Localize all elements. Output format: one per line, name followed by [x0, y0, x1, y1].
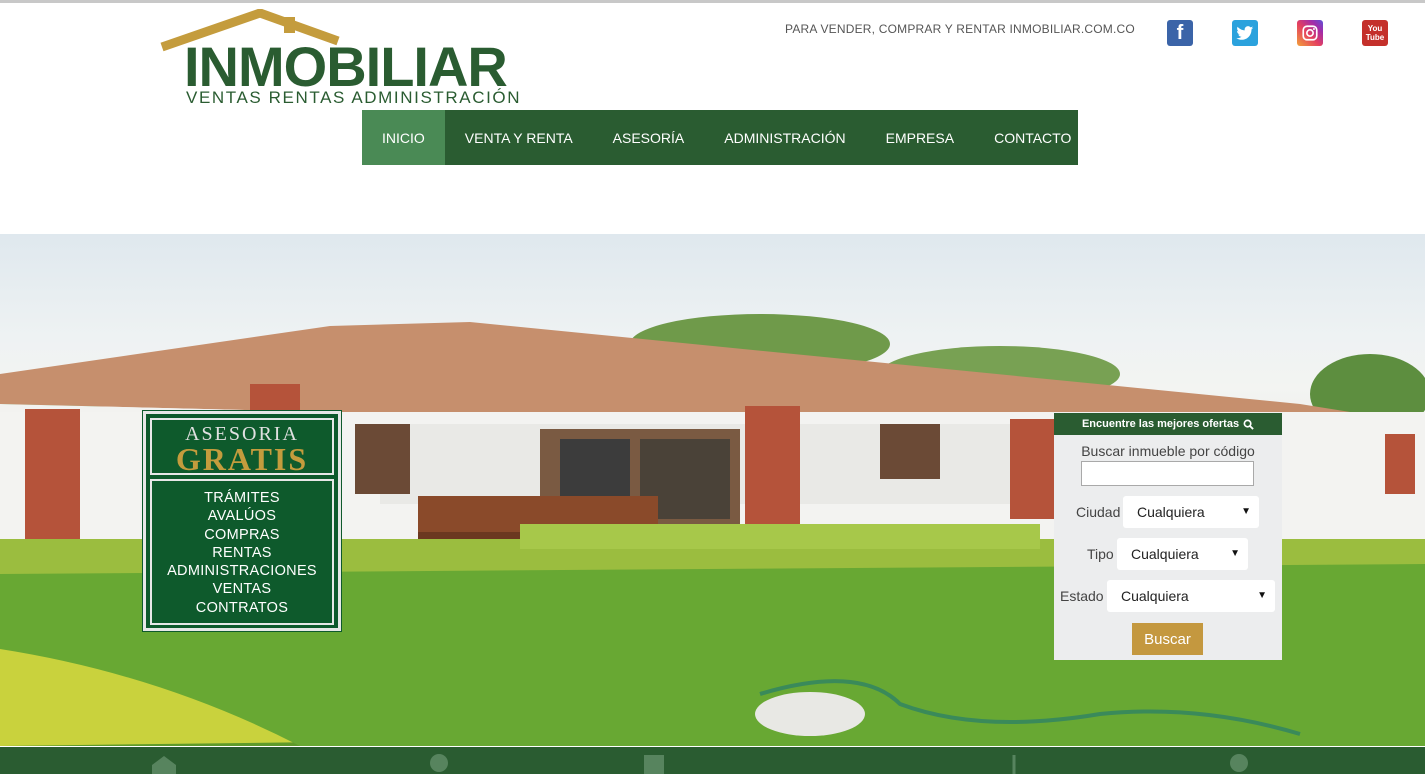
nav-item-venta-y-renta[interactable]: VENTA Y RENTA — [445, 110, 593, 165]
type-select[interactable]: Cualquiera ▼ — [1117, 538, 1248, 570]
city-label: Ciudad — [1076, 504, 1121, 520]
chevron-down-icon: ▼ — [1230, 548, 1240, 559]
facebook-glyph: f — [1176, 21, 1184, 44]
nav-item-contacto[interactable]: CONTACTO — [974, 110, 1091, 165]
footer-bar — [0, 747, 1425, 774]
property-code-input[interactable] — [1081, 461, 1254, 486]
promo-item: COMPRAS — [204, 526, 280, 543]
search-header-text: Encuentre las mejores ofertas — [1081, 418, 1240, 430]
promo-asesoria-gratis[interactable]: ASESORIA GRATIS TRÁMITES AVALÚOS COMPRAS… — [143, 411, 341, 631]
promo-item: ADMINISTRACIONES — [167, 563, 317, 580]
chevron-down-icon: ▼ — [1241, 506, 1251, 517]
main-nav: INICIO VENTA Y RENTA ASESORÍA ADMINISTRA… — [362, 110, 1078, 165]
type-label: Tipo — [1087, 546, 1114, 562]
building-icon — [644, 755, 664, 774]
youtube-glyph: You Tube — [1365, 24, 1385, 42]
nav-item-administracion[interactable]: ADMINISTRACIÓN — [704, 110, 865, 165]
search-icon — [1243, 419, 1254, 430]
city-select-value: Cualquiera — [1137, 504, 1205, 520]
instagram-icon[interactable] — [1297, 20, 1323, 46]
search-header: Encuentre las mejores ofertas — [1054, 413, 1282, 435]
nav-item-inicio[interactable]: INICIO — [362, 110, 445, 165]
house-icon — [152, 756, 176, 774]
tree-icon — [430, 754, 448, 772]
tree-icon — [1230, 754, 1248, 772]
header-tagline: PARA VENDER, COMPRAR Y RENTAR INMOBILIAR… — [785, 22, 1135, 36]
nav-item-asesoria[interactable]: ASESORÍA — [593, 110, 705, 165]
promo-item: RENTAS — [212, 544, 272, 561]
city-select[interactable]: Cualquiera ▼ — [1123, 496, 1259, 528]
promo-item: TRÁMITES — [204, 490, 280, 506]
instagram-camera-icon — [1302, 25, 1318, 41]
pin-icon — [1012, 755, 1016, 774]
promo-services-list: TRÁMITES AVALÚOS COMPRAS RENTAS ADMINIST… — [150, 479, 334, 625]
type-select-value: Cualquiera — [1131, 546, 1199, 562]
chevron-down-icon: ▼ — [1257, 590, 1267, 601]
site-logo[interactable]: INMOBILIAR VENTAS RENTAS ADMINISTRACIÓN — [160, 9, 532, 109]
logo-subtitle: VENTAS RENTAS ADMINISTRACIÓN — [186, 88, 522, 107]
code-search-label: Buscar inmueble por código — [1081, 443, 1255, 459]
promo-item: CONTRATOS — [195, 599, 289, 616]
twitter-bird-icon — [1236, 25, 1254, 40]
promo-title-bottom: GRATIS — [175, 441, 309, 477]
logo-wordmark: INMOBILIAR — [184, 35, 508, 98]
page: INMOBILIAR VENTAS RENTAS ADMINISTRACIÓN … — [0, 0, 1425, 774]
state-label: Estado — [1060, 588, 1104, 604]
nav-item-empresa[interactable]: EMPRESA — [866, 110, 974, 165]
promo-item: VENTAS — [212, 581, 272, 598]
promo-item: AVALÚOS — [207, 508, 277, 525]
promo-title-box: ASESORIA GRATIS — [150, 418, 334, 475]
facebook-icon[interactable]: f — [1167, 20, 1193, 46]
search-button[interactable]: Buscar — [1132, 623, 1203, 655]
youtube-icon[interactable]: You Tube — [1362, 20, 1388, 46]
state-select-value: Cualquiera — [1121, 588, 1189, 604]
state-select[interactable]: Cualquiera ▼ — [1107, 580, 1275, 612]
twitter-icon[interactable] — [1232, 20, 1258, 46]
property-search-panel: Encuentre las mejores ofertas Buscar inm… — [1054, 413, 1282, 660]
